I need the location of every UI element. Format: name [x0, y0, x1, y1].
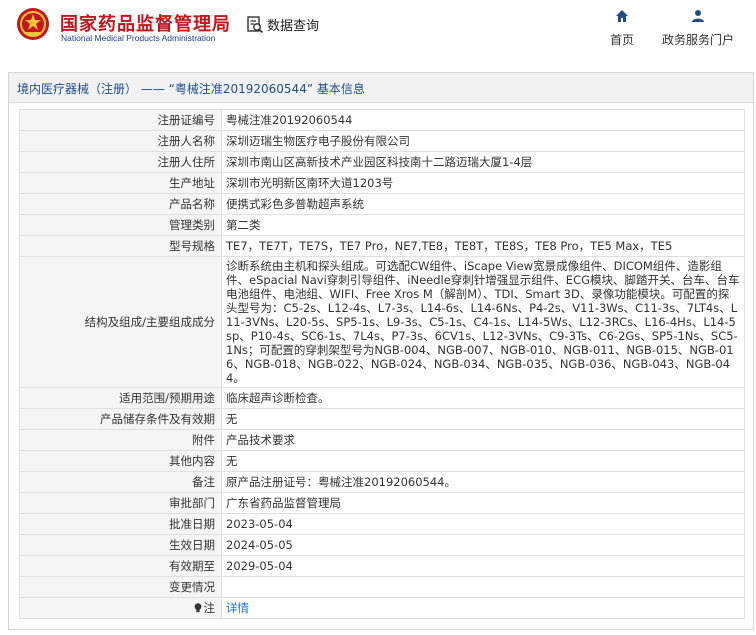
site-subtitle: National Medical Products Administration	[61, 33, 216, 43]
table-row: 批准日期 2023-05-04	[19, 513, 745, 535]
row-value-cell: 详情	[221, 597, 745, 619]
panel-title: 境内医疗器械（注册） —— “粤械注准20192060544” 基本信息	[17, 82, 365, 96]
table-row: 审批部门 广东省药品监督管理局	[19, 492, 745, 514]
table-row: 产品储存条件及有效期 无	[19, 408, 745, 430]
table-row: 注册人住所 深圳市南山区高新技术产业园区科技南十二路迈瑞大厦1-4层	[19, 151, 745, 173]
row-value: 广东省药品监督管理局	[221, 492, 745, 514]
row-label: 管理类别	[19, 214, 222, 236]
row-value: 原产品注册证号：粤械注准20192060544。	[221, 471, 745, 493]
row-value: 第二类	[221, 214, 745, 236]
row-label: 批准日期	[19, 513, 222, 535]
data-query-link[interactable]: 数据查询	[246, 15, 319, 34]
row-label: 适用范围/预期用途	[19, 387, 222, 409]
row-label: 审批部门	[19, 492, 222, 514]
row-label: 备注	[19, 471, 222, 493]
table-row: 管理类别 第二类	[19, 214, 745, 236]
table-row: 附件 产品技术要求	[19, 429, 745, 451]
table-row: 适用范围/预期用途 临床超声诊断检查。	[19, 387, 745, 409]
row-label: 附件	[19, 429, 222, 451]
row-value: 2029-05-04	[221, 555, 745, 577]
row-value: 2024-05-05	[221, 534, 745, 556]
nav-home[interactable]: 首页	[582, 8, 662, 48]
table-row: 变更情况	[19, 576, 745, 598]
site-header: 国家药品监督管理局 National Medical Products Admi…	[0, 0, 756, 56]
row-value: 产品技术要求	[221, 429, 745, 451]
row-value: TE7，TE7T，TE7S，TE7 Pro，NE7,TE8，TE8T，TE8S，…	[221, 235, 745, 257]
nav-home-label: 首页	[609, 33, 634, 47]
table-row: 生效日期 2024-05-05	[19, 534, 745, 556]
row-value	[221, 576, 745, 598]
table-row: 生产地址 深圳市光明新区南环大道1203号	[19, 172, 745, 194]
row-value: 便携式彩色多普勒超声系统	[221, 193, 745, 215]
table-row: 型号规格 TE7，TE7T，TE7S，TE7 Pro，NE7,TE8，TE8T，…	[19, 235, 745, 257]
lightbulb-icon	[194, 603, 201, 613]
nav-service-portal[interactable]: 政务服务门户	[658, 8, 738, 48]
device-info-table: 注册证编号 粤械注准20192060544 注册人名称 深圳迈瑞生物医疗电子股份…	[19, 109, 745, 619]
row-label: 产品名称	[19, 193, 222, 215]
row-label: 生产地址	[19, 172, 222, 194]
nav-portal-label: 政务服务门户	[661, 33, 734, 47]
row-label: 有效期至	[19, 555, 222, 577]
row-label: 生效日期	[19, 534, 222, 556]
row-label: 型号规格	[19, 235, 222, 257]
table-row: 产品名称 便携式彩色多普勒超声系统	[19, 193, 745, 215]
panel-title-bar: 境内医疗器械（注册） —— “粤械注准20192060544” 基本信息	[9, 73, 753, 103]
table-row: 注册证编号 粤械注准20192060544	[19, 109, 745, 131]
table-row: 其他内容 无	[19, 450, 745, 472]
national-emblem-icon	[17, 8, 49, 40]
row-label: 变更情况	[19, 576, 222, 598]
note-label-cell: 注	[19, 597, 222, 619]
row-value: 深圳市光明新区南环大道1203号	[221, 172, 745, 194]
search-document-icon	[247, 15, 264, 33]
table-row: 备注 原产品注册证号：粤械注准20192060544。	[19, 471, 745, 493]
table-row: 注册人名称 深圳迈瑞生物医疗电子股份有限公司	[19, 130, 745, 152]
row-value: 深圳市南山区高新技术产业园区科技南十二路迈瑞大厦1-4层	[221, 151, 745, 173]
row-value: 2023-05-04	[221, 513, 745, 535]
row-label: 注	[203, 601, 216, 615]
table-row: 注 详情	[19, 597, 745, 619]
details-link[interactable]: 详情	[226, 601, 249, 615]
row-value: 粤械注准20192060544	[221, 109, 745, 131]
row-label: 产品储存条件及有效期	[19, 408, 222, 430]
data-query-label: 数据查询	[267, 19, 320, 34]
table-row: 有效期至 2029-05-04	[19, 555, 745, 577]
table-row: 结构及组成/主要组成成分 诊断系统由主机和探头组成。可选配CW组件、iScape…	[19, 256, 745, 388]
row-value: 无	[221, 408, 745, 430]
row-value: 深圳迈瑞生物医疗电子股份有限公司	[221, 130, 745, 152]
detail-panel: 境内医疗器械（注册） —— “粤械注准20192060544” 基本信息 注册证…	[8, 72, 754, 630]
row-label: 其他内容	[19, 450, 222, 472]
row-label: 结构及组成/主要组成成分	[19, 256, 222, 388]
row-label: 注册人名称	[19, 130, 222, 152]
user-icon	[692, 10, 704, 22]
row-label: 注册证编号	[19, 109, 222, 131]
row-value: 无	[221, 450, 745, 472]
row-label: 注册人住所	[19, 151, 222, 173]
row-value: 诊断系统由主机和探头组成。可选配CW组件、iScape View宽景成像组件、D…	[221, 256, 745, 388]
home-icon	[616, 10, 628, 22]
row-value: 临床超声诊断检查。	[221, 387, 745, 409]
